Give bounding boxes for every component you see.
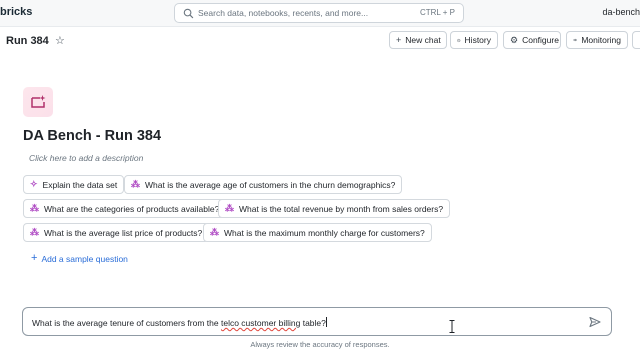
- genie-space-icon: [23, 87, 53, 117]
- add-sample-question-link[interactable]: + Add a sample question: [31, 253, 128, 264]
- plus-icon: +: [396, 35, 402, 45]
- monitoring-button[interactable]: Monitoring: [566, 31, 628, 49]
- shapes-icon: ⁂: [30, 203, 39, 213]
- sample-question-text: Explain the data set: [42, 179, 118, 190]
- description-placeholder[interactable]: Click here to add a description: [29, 153, 143, 163]
- workspace-name[interactable]: da-bench: [602, 7, 640, 17]
- space-title: DA Bench - Run 384: [23, 128, 162, 144]
- input-text-part: What is the average tenure of customers …: [32, 318, 221, 328]
- sparkle-icon: ✧: [30, 179, 38, 189]
- monitoring-label: Monitoring: [581, 35, 621, 45]
- top-navigation-bar: bricks Search data, notebooks, recents, …: [0, 0, 640, 27]
- brand-logo-text[interactable]: bricks: [0, 6, 32, 18]
- new-chat-label: New chat: [405, 35, 441, 45]
- sample-question-chip[interactable]: ⁂ What is the average list price of prod…: [23, 223, 210, 242]
- configure-label: Configure: [522, 35, 559, 45]
- chat-sparkle-icon: [31, 95, 46, 108]
- shapes-icon: ⁂: [210, 227, 219, 237]
- new-chat-button[interactable]: + New chat: [389, 31, 447, 49]
- sample-question-text: What are the categories of products avai…: [44, 203, 220, 214]
- gear-icon: ⚙: [510, 34, 519, 45]
- sample-question-text: What is the maximum monthly charge for c…: [224, 227, 425, 238]
- sample-question-text: What is the average list price of produc…: [44, 227, 203, 238]
- star-icon[interactable]: ☆: [55, 34, 65, 47]
- misspelled-text: telco customer billing: [220, 318, 301, 328]
- configure-button[interactable]: ⚙ Configure: [503, 31, 561, 49]
- plus-icon: +: [31, 252, 38, 264]
- search-icon: [183, 8, 194, 19]
- search-placeholder: Search data, notebooks, recents, and mor…: [198, 8, 369, 18]
- add-sample-question-label: Add a sample question: [41, 253, 128, 264]
- input-text-part: table?: [300, 318, 326, 328]
- history-icon: [457, 38, 461, 42]
- sample-question-chip[interactable]: ✧ Explain the data set: [23, 175, 125, 194]
- sample-question-chip[interactable]: ⁂ What is the average age of customers i…: [124, 175, 403, 194]
- eye-icon: [573, 38, 578, 42]
- shapes-icon: ⁂: [131, 179, 140, 189]
- page-title: Run 384: [6, 35, 49, 47]
- text-caret: [325, 317, 327, 327]
- chat-input[interactable]: What is the average tenure of customers …: [22, 307, 612, 336]
- chat-input-text[interactable]: What is the average tenure of customers …: [32, 317, 327, 328]
- shapes-icon: ⁂: [225, 203, 234, 213]
- more-options-button[interactable]: [632, 31, 640, 49]
- search-shortcut-hint: CTRL + P: [419, 8, 455, 17]
- sample-question-text: What is the average age of customers in …: [145, 179, 396, 190]
- sample-question-chip[interactable]: ⁂ What is the total revenue by month fro…: [218, 199, 451, 218]
- text-cursor-icon: [449, 320, 455, 333]
- shapes-icon: ⁂: [30, 227, 39, 237]
- history-button[interactable]: History: [450, 31, 498, 49]
- global-search-input[interactable]: Search data, notebooks, recents, and mor…: [174, 3, 464, 23]
- disclaimer-note: Always review the accuracy of responses.: [250, 340, 390, 349]
- send-icon[interactable]: [589, 316, 601, 328]
- sample-question-text: What is the total revenue by month from …: [239, 203, 444, 214]
- sample-question-chip[interactable]: ⁂ What is the maximum monthly charge for…: [203, 223, 432, 242]
- sample-question-chip[interactable]: ⁂ What are the categories of products av…: [23, 199, 227, 218]
- history-label: History: [464, 35, 491, 45]
